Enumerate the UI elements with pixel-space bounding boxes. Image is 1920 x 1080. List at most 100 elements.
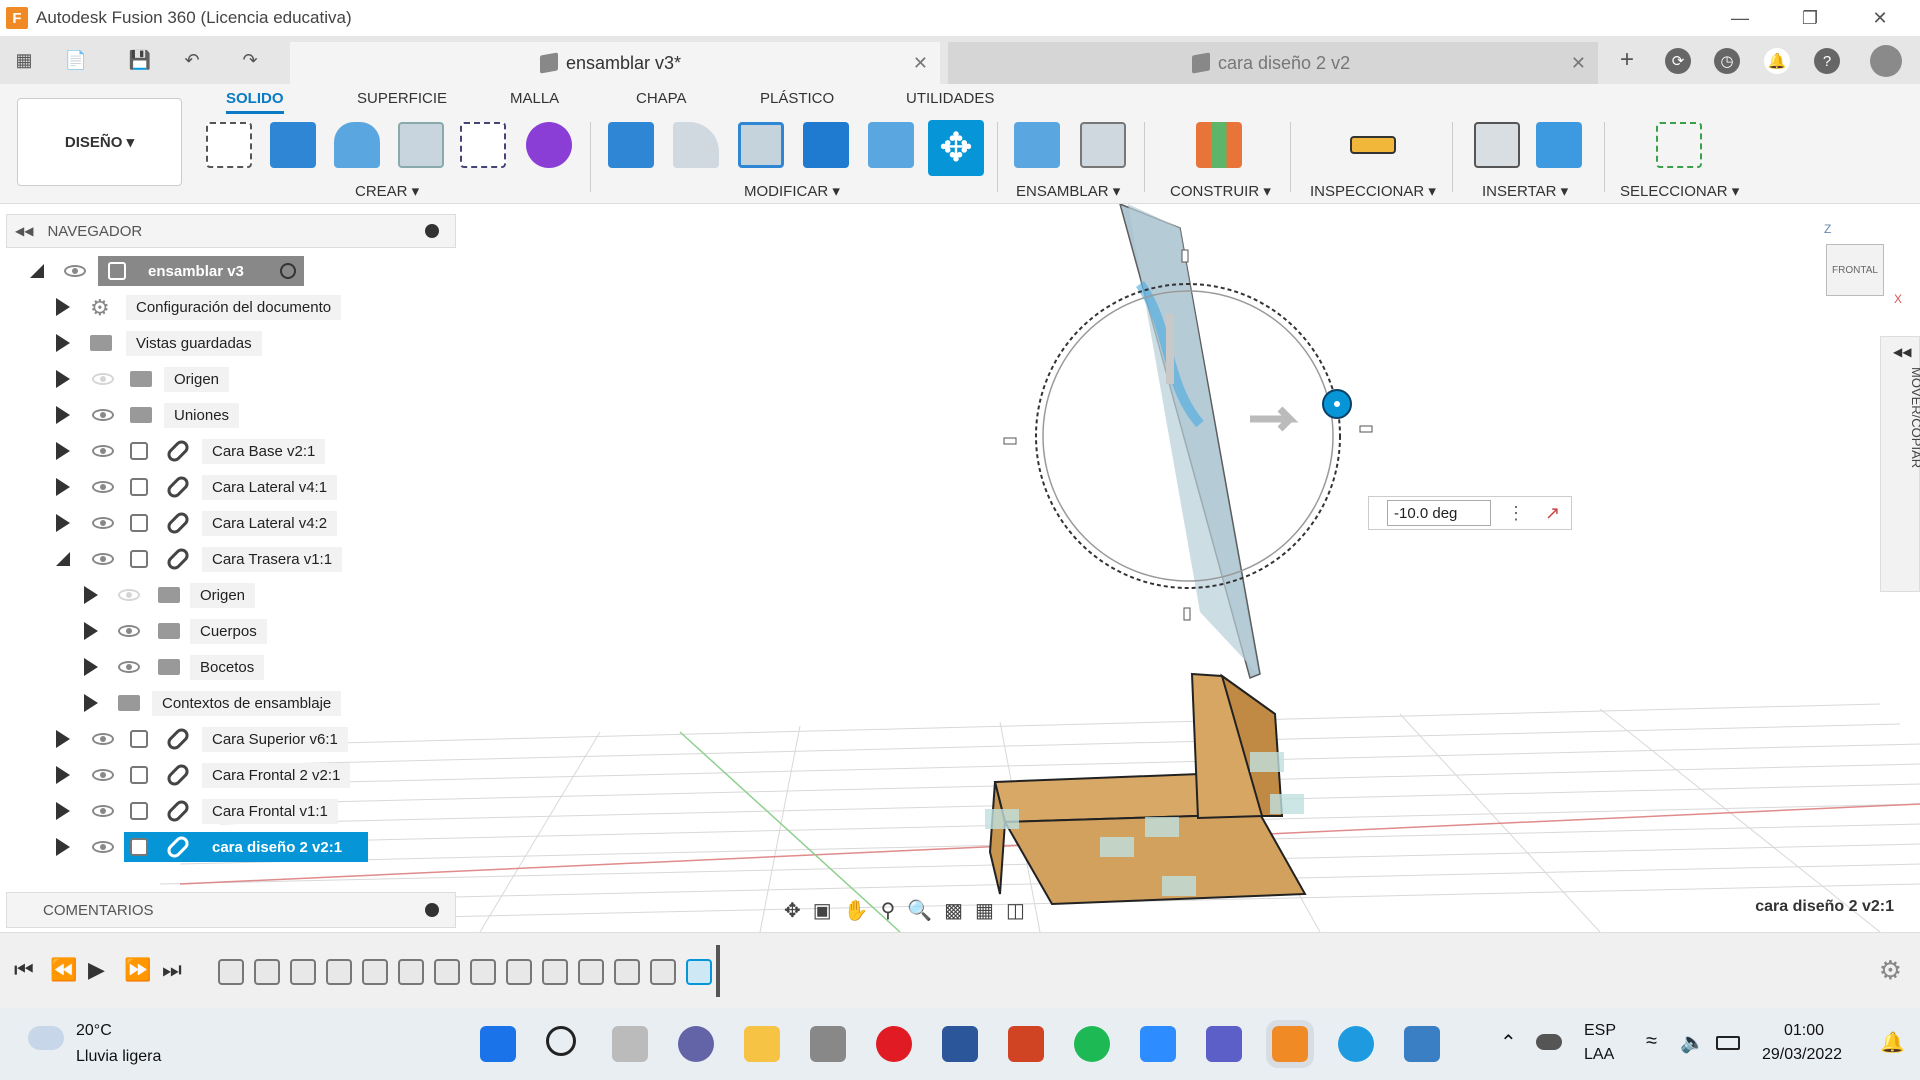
expand-toggle-icon[interactable] bbox=[56, 514, 70, 532]
go-to-start-icon[interactable]: ⏮ bbox=[14, 957, 34, 983]
task-view-icon[interactable] bbox=[612, 1026, 648, 1062]
group-inspeccionar[interactable]: INSPECCIONAR ▾ bbox=[1310, 182, 1436, 200]
expand-toggle-icon[interactable] bbox=[56, 730, 70, 748]
tab-cara-diseno[interactable]: cara diseño 2 v2 ✕ bbox=[948, 42, 1598, 84]
timeline-joint-icon[interactable] bbox=[470, 959, 496, 985]
expand-toggle-icon[interactable] bbox=[56, 478, 70, 496]
timeline-joint-icon[interactable] bbox=[362, 959, 388, 985]
display-settings-icon[interactable]: ▩ bbox=[944, 898, 963, 923]
expand-toggle-icon[interactable] bbox=[84, 586, 98, 604]
orbit-icon[interactable]: ✥ bbox=[784, 898, 801, 923]
tab-chapa[interactable]: CHAPA bbox=[636, 90, 687, 107]
clock-time[interactable]: 01:00 bbox=[1784, 1022, 1824, 1040]
weather-desc[interactable]: Lluvia ligera bbox=[76, 1048, 161, 1066]
comments-panel[interactable]: COMENTARIOS bbox=[6, 892, 456, 928]
visibility-eye-icon[interactable] bbox=[64, 265, 86, 277]
insert-image-icon[interactable] bbox=[1536, 122, 1582, 168]
tree-item[interactable]: Contextos de ensamblaje bbox=[84, 688, 342, 718]
offset-plane-icon[interactable] bbox=[1196, 122, 1242, 168]
moving-panel[interactable] bbox=[1119, 204, 1261, 680]
restore-button[interactable]: ❐ bbox=[1780, 0, 1840, 36]
notifications-icon[interactable]: 🔔 bbox=[1764, 48, 1790, 74]
visibility-eye-icon[interactable] bbox=[118, 625, 140, 637]
timeline-joint-icon[interactable] bbox=[650, 959, 676, 985]
expand-toggle-icon[interactable] bbox=[56, 838, 70, 856]
expand-toggle-icon[interactable] bbox=[30, 264, 44, 278]
timeline-joint-icon[interactable] bbox=[290, 959, 316, 985]
move-copy-side-panel[interactable]: ◀◀ MOVER/COPIAR bbox=[1880, 336, 1920, 592]
extensions-icon[interactable]: ⟳ bbox=[1665, 48, 1691, 74]
axis-orientation-icon[interactable]: ↗ bbox=[1545, 503, 1560, 524]
user-avatar[interactable] bbox=[1870, 45, 1902, 77]
tab-malla[interactable]: MALLA bbox=[510, 90, 559, 107]
expand-toggle-icon[interactable] bbox=[56, 766, 70, 784]
clock-date[interactable]: 29/03/2022 bbox=[1762, 1046, 1842, 1064]
redo-icon[interactable]: ↷ bbox=[236, 46, 264, 74]
expand-toggle-icon[interactable] bbox=[56, 334, 70, 352]
tree-item[interactable]: Cuerpos bbox=[84, 616, 267, 646]
tree-item[interactable]: Vistas guardadas bbox=[56, 328, 262, 358]
timeline-joint-icon[interactable] bbox=[434, 959, 460, 985]
tab-superficie[interactable]: SUPERFICIE bbox=[357, 90, 447, 107]
file-explorer-icon[interactable] bbox=[744, 1026, 780, 1062]
visibility-eye-icon[interactable] bbox=[92, 517, 114, 529]
step-forward-icon[interactable]: ⏩ bbox=[124, 957, 151, 983]
tree-item[interactable]: Cara Frontal v1:1 bbox=[56, 796, 338, 826]
pattern-icon[interactable] bbox=[460, 122, 506, 168]
go-to-end-icon[interactable]: ⏭ bbox=[162, 957, 182, 983]
extrude-icon[interactable] bbox=[270, 122, 316, 168]
navigator-options-icon[interactable] bbox=[425, 224, 439, 238]
visibility-eye-icon[interactable] bbox=[92, 733, 114, 745]
undo-icon[interactable]: ↶ bbox=[178, 46, 206, 74]
hidden-eye-icon[interactable] bbox=[92, 373, 114, 385]
tree-item-selected[interactable]: cara diseño 2 v2:1 bbox=[56, 832, 368, 862]
powerpoint-icon[interactable] bbox=[1008, 1026, 1044, 1062]
expand-toggle-icon[interactable] bbox=[56, 298, 70, 316]
expand-toggle-icon[interactable] bbox=[56, 406, 70, 424]
insert-derive-icon[interactable] bbox=[1474, 122, 1520, 168]
help-icon[interactable]: ? bbox=[1814, 48, 1840, 74]
viewcube[interactable]: FRONTAL bbox=[1826, 244, 1884, 296]
expand-toggle-icon[interactable] bbox=[84, 622, 98, 640]
group-seleccionar[interactable]: SELECCIONAR ▾ bbox=[1620, 182, 1739, 200]
group-modificar[interactable]: MODIFICAR ▾ bbox=[744, 182, 840, 200]
new-component-icon[interactable] bbox=[1014, 122, 1060, 168]
look-at-icon[interactable]: ▣ bbox=[813, 898, 832, 923]
word-icon[interactable] bbox=[942, 1026, 978, 1062]
collapse-navigator-icon[interactable]: ◀◀ bbox=[15, 224, 33, 238]
zoom-icon[interactable]: ⚲ bbox=[881, 898, 896, 923]
shell-icon[interactable] bbox=[398, 122, 444, 168]
add-comment-icon[interactable] bbox=[425, 903, 439, 917]
fillet-icon[interactable] bbox=[673, 122, 719, 168]
start-windows-icon[interactable] bbox=[480, 1026, 516, 1062]
edge-icon[interactable] bbox=[1338, 1026, 1374, 1062]
wood-assembly[interactable] bbox=[985, 672, 1307, 906]
move-copy-icon[interactable]: ✥ bbox=[928, 120, 984, 176]
keyboard-layout[interactable]: LAA bbox=[1584, 1046, 1614, 1064]
expand-toggle-icon[interactable] bbox=[84, 658, 98, 676]
expand-toggle-icon[interactable] bbox=[56, 802, 70, 820]
form-icon[interactable] bbox=[526, 122, 572, 168]
volume-icon[interactable]: 🔈 bbox=[1680, 1030, 1705, 1055]
tree-item[interactable]: Uniones bbox=[56, 400, 240, 430]
press-pull-icon[interactable] bbox=[608, 122, 654, 168]
timeline-settings-gear-icon[interactable]: ⚙ bbox=[1879, 955, 1902, 986]
data-panel-grid-icon[interactable]: ▦ bbox=[10, 46, 38, 74]
visibility-eye-icon[interactable] bbox=[118, 661, 140, 673]
tree-item[interactable]: Cara Superior v6:1 bbox=[56, 724, 348, 754]
close-tab-icon[interactable]: ✕ bbox=[1571, 53, 1586, 74]
file-menu-icon[interactable]: 📄 bbox=[62, 46, 90, 74]
wifi-icon[interactable]: ≈ bbox=[1646, 1030, 1657, 1053]
calculator-icon[interactable] bbox=[810, 1026, 846, 1062]
tree-item[interactable]: ⚙ Configuración del documento bbox=[56, 292, 342, 322]
group-construir[interactable]: CONSTRUIR ▾ bbox=[1170, 182, 1271, 200]
visibility-eye-icon[interactable] bbox=[92, 409, 114, 421]
close-window-button[interactable]: ✕ bbox=[1850, 0, 1910, 36]
visibility-eye-icon[interactable] bbox=[92, 769, 114, 781]
expand-toggle-icon[interactable] bbox=[56, 442, 70, 460]
joint-icon[interactable] bbox=[1080, 122, 1126, 168]
chat-icon[interactable] bbox=[678, 1026, 714, 1062]
expand-toggle-icon[interactable] bbox=[56, 552, 70, 566]
new-tab-icon[interactable]: + bbox=[1613, 46, 1641, 74]
expand-toggle-icon[interactable] bbox=[56, 370, 70, 388]
